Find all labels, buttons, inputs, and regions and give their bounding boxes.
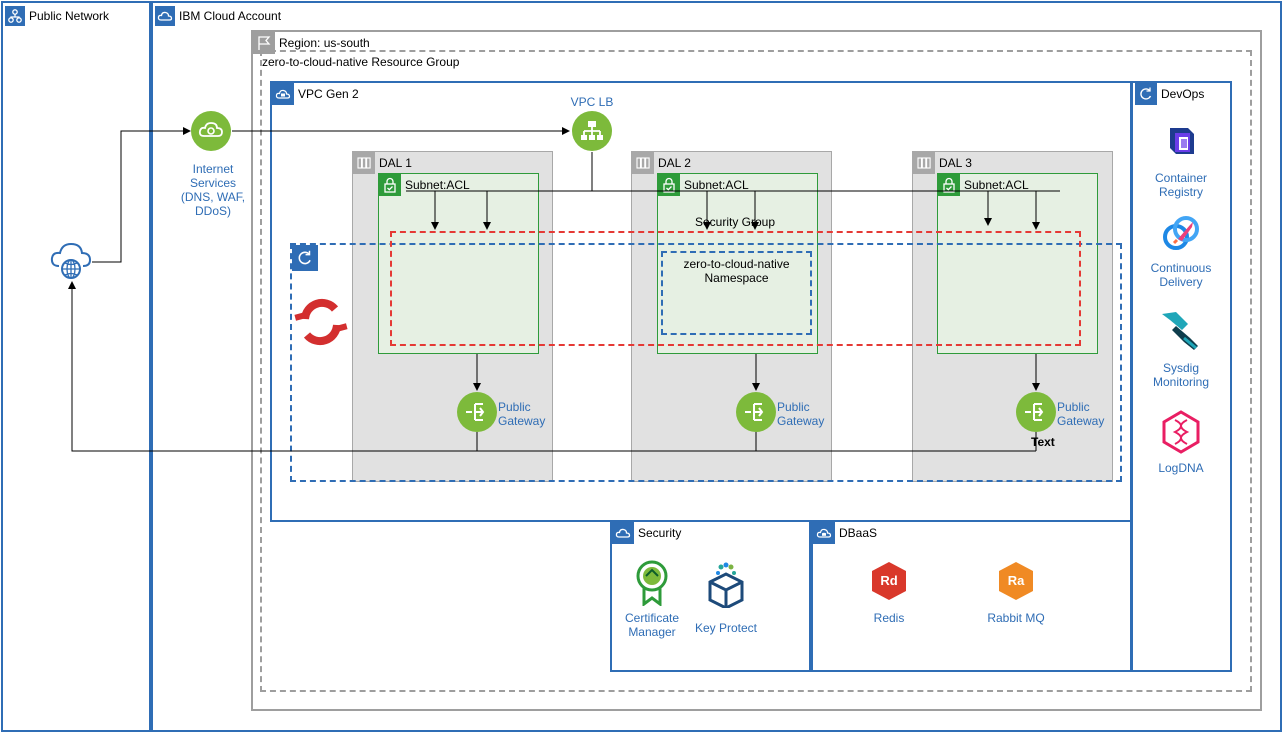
network-icon: [5, 6, 25, 26]
public-gateway-icon: [457, 392, 497, 432]
public-gateway-line1: Public: [1057, 400, 1090, 414]
lock-icon: [379, 174, 401, 196]
lock-icon: [938, 174, 960, 196]
zone-label: DAL 3: [939, 156, 972, 170]
public-gateway-label: Public Gateway: [777, 400, 824, 428]
dbaas-label: DBaaS: [839, 526, 878, 540]
continuous-delivery-line1: Continuous: [1150, 261, 1212, 275]
internet-services-line4: DDoS): [194, 204, 231, 218]
datacenter-icon: [632, 152, 654, 174]
namespace-line2: Namespace: [704, 271, 769, 285]
sysdig-monitoring-icon: [1158, 308, 1202, 352]
container-registry-line2: Registry: [1158, 185, 1203, 199]
rabbit-mq-badge: Ra: [1007, 573, 1025, 588]
container-registry-icon: [1160, 120, 1202, 162]
subnet-header: Subnet:ACL: [938, 174, 1029, 196]
zone-label: DAL 1: [379, 156, 412, 170]
internet-services-icon: [191, 111, 231, 151]
key-protect-label: Key Protect: [694, 621, 758, 635]
subnet-label: Subnet:ACL: [684, 178, 749, 192]
redis-badge: Rd: [880, 573, 898, 588]
public-gateway-label: Public Gateway: [498, 400, 545, 428]
namespace-box: zero-to-cloud-native Namespace: [661, 251, 812, 335]
internet-services-line3: (DNS, WAF,: [180, 190, 246, 204]
continuous-delivery-icon: [1160, 213, 1202, 255]
rabbit-mq-label: Rabbit MQ: [987, 611, 1045, 625]
devops-label: DevOps: [1161, 87, 1205, 101]
public-gateway-label: Public Gateway: [1057, 400, 1104, 428]
namespace-line1: zero-to-cloud-native: [683, 257, 790, 271]
zone-header: DAL 3: [913, 152, 972, 174]
security-cloud-icon: [612, 522, 634, 544]
container-registry-label: Container Registry: [1140, 171, 1222, 199]
logdna-icon: [1161, 410, 1201, 454]
datacenter-icon: [913, 152, 935, 174]
rabbit-mq-icon: Ra: [997, 561, 1035, 601]
security-label: Security: [638, 526, 682, 540]
devops-header: DevOps: [1135, 83, 1204, 105]
public-gateway-line1: Public: [777, 400, 810, 414]
internet-services-label: Internet Services (DNS, WAF, DDoS): [170, 162, 256, 218]
internet-services-line2: Services: [189, 176, 236, 190]
certificate-manager-line2: Manager: [628, 625, 676, 639]
dbaas-header: DBaaS: [813, 522, 877, 544]
public-gateway-icon: [1016, 392, 1056, 432]
public-gateway-line2: Gateway: [1057, 414, 1105, 428]
sysdig-monitoring-line2: Monitoring: [1152, 375, 1210, 389]
public-network-label: Public Network: [29, 9, 110, 23]
ibm-cloud-label: IBM Cloud Account: [179, 9, 282, 23]
lock-icon: [658, 174, 680, 196]
dbaas-box: DBaaS: [811, 520, 1132, 672]
ibm-cloud-header: IBM Cloud Account: [155, 6, 281, 26]
sysdig-monitoring-label: Sysdig Monitoring: [1140, 361, 1222, 389]
text-label: Text: [1031, 435, 1055, 449]
openshift-icon: [291, 293, 351, 351]
load-balancer-icon: [572, 111, 612, 151]
public-gateway-line2: Gateway: [777, 414, 825, 428]
redis-icon: Rd: [870, 561, 908, 601]
namespace-label: zero-to-cloud-native Namespace: [663, 257, 810, 285]
cluster-icon: [292, 245, 318, 271]
certificate-manager-line1: Certificate: [624, 611, 680, 625]
internet-services-line1: Internet: [192, 162, 234, 176]
devops-icon: [1135, 83, 1157, 105]
container-registry-line1: Container: [1154, 171, 1208, 185]
sysdig-monitoring-line1: Sysdig: [1162, 361, 1200, 375]
subnet-label: Subnet:ACL: [405, 178, 470, 192]
public-gateway-line2: Gateway: [498, 414, 546, 428]
continuous-delivery-line2: Delivery: [1159, 275, 1203, 289]
security-header: Security: [612, 522, 681, 544]
continuous-delivery-label: Continuous Delivery: [1140, 261, 1222, 289]
vpc-lb-label: VPC LB: [570, 95, 614, 109]
cloud-icon: [155, 6, 175, 26]
dbaas-icon: [813, 522, 835, 544]
public-network-box: Public Network: [1, 1, 151, 732]
resource-group-label: zero-to-cloud-native Resource Group: [262, 55, 460, 69]
zone-header: DAL 2: [632, 152, 691, 174]
datacenter-icon: [353, 152, 375, 174]
public-gateway-line1: Public: [498, 400, 531, 414]
region-label: Region: us-south: [279, 36, 370, 50]
subnet-header: Subnet:ACL: [658, 174, 749, 196]
vpc-icon: [272, 83, 294, 105]
key-protect-icon: [706, 562, 746, 610]
public-network-header: Public Network: [5, 6, 109, 26]
vpc-label: VPC Gen 2: [298, 87, 359, 101]
logdna-label: LogDNA: [1140, 461, 1222, 475]
security-group-label: Security Group: [695, 215, 776, 229]
internet-globe-icon: [50, 240, 92, 280]
public-gateway-icon: [736, 392, 776, 432]
vpc-header: VPC Gen 2: [272, 83, 359, 105]
certificate-manager-label: Certificate Manager: [612, 611, 692, 639]
zone-label: DAL 2: [658, 156, 691, 170]
subnet-label: Subnet:ACL: [964, 178, 1029, 192]
subnet-header: Subnet:ACL: [379, 174, 470, 196]
logdna-line1: LogDNA: [1158, 461, 1204, 475]
zone-header: DAL 1: [353, 152, 412, 174]
certificate-manager-icon: [634, 560, 670, 607]
redis-label: Redis: [873, 611, 905, 625]
